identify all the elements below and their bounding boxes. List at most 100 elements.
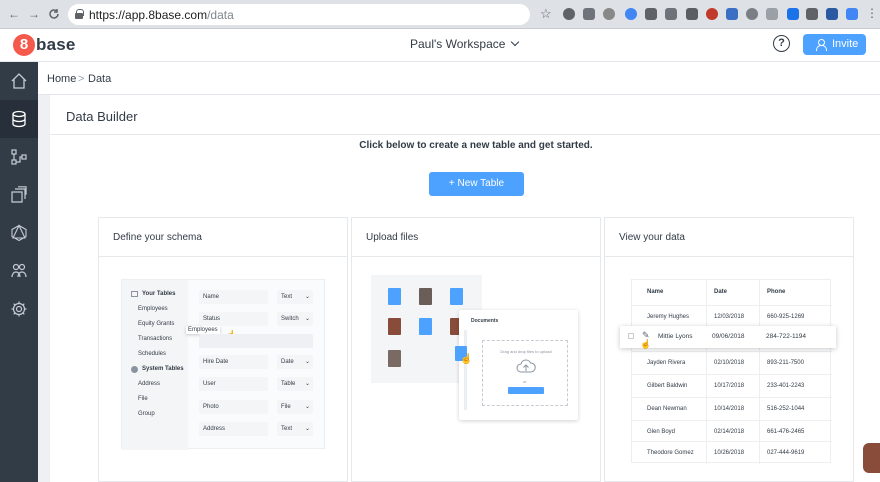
browser-toolbar: ← → https://app.8base.com/data ☆ ⋮ bbox=[0, 0, 880, 29]
sidebar-item-home[interactable] bbox=[0, 62, 38, 100]
add-person-icon bbox=[815, 39, 827, 51]
chat-widget[interactable] bbox=[863, 443, 880, 473]
table-row: Glen Boyd 02/14/2018 661-476-2465 bbox=[632, 420, 832, 443]
doc-file-icon bbox=[419, 318, 432, 335]
drop-placeholder bbox=[199, 334, 313, 348]
audio-file-icon bbox=[388, 350, 401, 367]
help-icon[interactable]: ? bbox=[773, 35, 790, 52]
sidebar-item-data[interactable] bbox=[0, 100, 38, 138]
schema-table-list: Your Tables Employees Equity Grants Tran… bbox=[122, 280, 188, 450]
select-files-button[interactable] bbox=[508, 387, 544, 394]
field-name: Photo bbox=[199, 400, 268, 414]
table-row: Jayden Rivera 02/10/2018 893-211-7500 bbox=[632, 351, 832, 374]
doc-file-icon bbox=[450, 288, 463, 305]
your-tables-label: Your Tables bbox=[142, 291, 176, 297]
logo-word: base bbox=[36, 35, 76, 54]
extension-icon[interactable] bbox=[686, 8, 698, 20]
hand-cursor-icon: ☝ bbox=[640, 339, 652, 349]
database-icon bbox=[12, 110, 26, 128]
field-name: User bbox=[199, 377, 268, 391]
breadcrumb-home[interactable]: Home bbox=[47, 73, 76, 85]
extension-icon[interactable] bbox=[826, 8, 838, 20]
table-item: Employees bbox=[138, 306, 168, 312]
url-path: /data bbox=[207, 8, 234, 22]
field-type: Switch ⌄ bbox=[277, 312, 313, 326]
app-header: 8 base Paul's Workspace ? Invite bbox=[0, 29, 880, 62]
reload-icon[interactable] bbox=[48, 8, 60, 20]
field-name: Hire Date bbox=[199, 355, 268, 369]
cloud-upload-icon bbox=[516, 359, 536, 373]
extension-icon[interactable] bbox=[787, 8, 799, 20]
field-name: Status bbox=[199, 312, 268, 326]
chevron-down-icon: ⌄ bbox=[305, 294, 311, 300]
sidebar-item-graphql[interactable] bbox=[0, 214, 38, 252]
menu-icon[interactable]: ⋮ bbox=[866, 6, 878, 20]
sidebar-item-logic[interactable] bbox=[0, 138, 38, 176]
extension-icon[interactable] bbox=[846, 8, 858, 20]
drop-zone[interactable]: Drag and drop files to upload or bbox=[482, 340, 568, 406]
schema-illustration: Your Tables Employees Equity Grants Tran… bbox=[121, 279, 325, 450]
extension-icon[interactable] bbox=[766, 8, 778, 20]
row-checkbox bbox=[628, 333, 634, 339]
sheet-file-icon bbox=[419, 288, 432, 305]
table-item: Equity Grants bbox=[138, 321, 175, 327]
invite-button[interactable]: Invite bbox=[803, 34, 866, 55]
chevron-down-icon: ⌄ bbox=[305, 426, 311, 432]
new-table-button[interactable]: + New Table bbox=[429, 172, 524, 196]
table-item: File bbox=[138, 396, 148, 402]
forward-icon[interactable]: → bbox=[28, 7, 40, 21]
sidebar-item-team[interactable] bbox=[0, 252, 38, 290]
pdf-file-icon bbox=[388, 318, 401, 335]
bookmark-star-icon[interactable]: ☆ bbox=[540, 6, 552, 22]
invite-label: Invite bbox=[832, 38, 859, 50]
sidebar bbox=[0, 62, 38, 482]
url-host: https://app.8base.com bbox=[89, 8, 208, 22]
extension-icon[interactable] bbox=[806, 8, 818, 20]
back-icon[interactable]: ← bbox=[8, 7, 20, 21]
chevron-down-icon: ⌄ bbox=[305, 381, 311, 387]
table-item: Schedules bbox=[138, 351, 167, 357]
system-icon bbox=[131, 366, 138, 373]
sidebar-item-settings[interactable] bbox=[0, 290, 38, 328]
extension-icon[interactable] bbox=[706, 8, 718, 20]
table-row: Dean Newman 10/14/2018 516-252-1044 bbox=[632, 397, 832, 420]
extension-icon[interactable] bbox=[665, 8, 677, 20]
flow-icon bbox=[11, 149, 27, 165]
table-row: Gilbert Baldwin 10/17/2018 233-401-2243 bbox=[632, 374, 832, 397]
table-item: Address bbox=[138, 381, 161, 387]
workspace-name: Paul's Workspace bbox=[410, 37, 506, 51]
home-icon bbox=[11, 73, 27, 89]
sidebar-item-apps[interactable] bbox=[0, 176, 38, 214]
field-type: Text ⌄ bbox=[277, 422, 313, 436]
extension-icon[interactable] bbox=[583, 8, 595, 20]
documents-label: Documents bbox=[471, 318, 499, 324]
page-title: Data Builder bbox=[66, 109, 138, 124]
extension-icon[interactable] bbox=[726, 8, 738, 20]
table-icon bbox=[131, 291, 138, 297]
data-builder-card: Data Builder Click below to create a new… bbox=[50, 95, 880, 482]
extension-icon[interactable] bbox=[645, 8, 657, 20]
logo-digit: 8 bbox=[19, 36, 29, 53]
hand-cursor-icon: ☝ bbox=[460, 354, 473, 365]
extension-icon[interactable] bbox=[603, 8, 615, 20]
extension-icon[interactable] bbox=[625, 8, 637, 20]
address-bar[interactable]: https://app.8base.com/data bbox=[68, 4, 530, 25]
panel-define-schema: Define your schema Your Tables Employees… bbox=[98, 217, 348, 482]
extension-icon[interactable] bbox=[746, 8, 758, 20]
workspace-selector[interactable]: Paul's Workspace bbox=[410, 37, 520, 51]
field-type: Date ⌄ bbox=[277, 355, 313, 369]
breadcrumb-current: Data bbox=[88, 73, 112, 85]
cta-text: Click below to create a new table and ge… bbox=[359, 140, 593, 151]
chevron-down-icon: ⌄ bbox=[305, 359, 311, 365]
team-icon bbox=[11, 263, 27, 278]
field-type: Table ⌄ bbox=[277, 377, 313, 391]
extension-icon[interactable] bbox=[563, 8, 575, 20]
breadcrumb-separator: > bbox=[78, 73, 85, 85]
editing-row: ✎ Mittie Lyons 09/06/2018 284-722-1194 ☝ bbox=[620, 326, 836, 349]
panel-view-data: View your data Name Date Phone Jeremy Hu… bbox=[604, 217, 854, 482]
field-name: Name bbox=[199, 290, 268, 304]
chevron-down-icon: ⌄ bbox=[305, 404, 311, 410]
table-row: Jeremy Hughes 12/03/2018 660-925-1269 bbox=[632, 305, 832, 328]
edit-cell: 284-722-1194 bbox=[766, 333, 806, 340]
or-text: or bbox=[523, 379, 527, 384]
